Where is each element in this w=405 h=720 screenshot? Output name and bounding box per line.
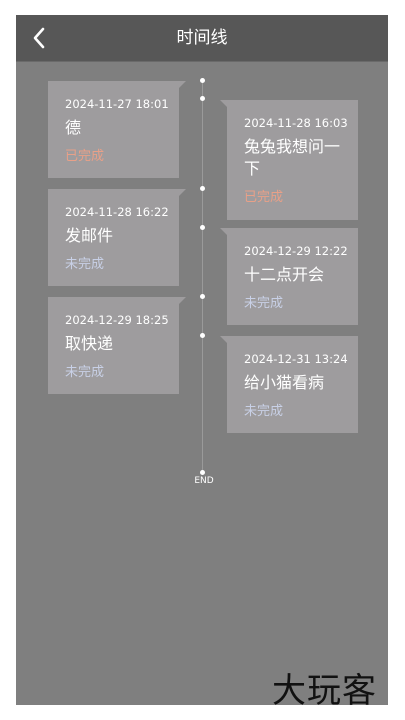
card-task: 兔兔我想问一下 [244,137,341,178]
card-task: 给小猫看病 [244,373,325,392]
card-time: 2024-12-29 18:25 [65,313,169,327]
card-status: 未完成 [244,404,284,419]
app-screen: 时间线 END 2024-11-27 18:01 德 已完成 2024-11-2… [16,15,388,705]
timeline-card[interactable]: 2024-12-29 12:22 十二点开会 未完成 [220,228,358,325]
card-time: 2024-11-27 18:01 [65,97,169,111]
card-time: 2024-12-29 12:22 [244,244,348,258]
timeline-card[interactable]: 2024-12-31 13:24 给小猫看病 未完成 [220,336,358,433]
back-button[interactable] [26,24,52,52]
timeline-dot [200,225,205,230]
timeline-card[interactable]: 2024-11-28 16:22 发邮件 未完成 [48,189,186,286]
watermark-logo: 大玩客 [272,671,377,711]
card-status: 未完成 [65,257,105,272]
timeline-dot [200,333,205,338]
card-time: 2024-11-28 16:22 [65,205,169,219]
page-title: 时间线 [176,28,228,48]
header-bar: 时间线 [16,15,388,62]
card-status: 已完成 [244,190,284,205]
timeline-dot [200,78,205,83]
chevron-left-icon [33,27,45,49]
timeline-card[interactable]: 2024-11-28 16:03 兔兔我想问一下 已完成 [220,100,358,220]
card-task: 取快递 [65,334,114,353]
card-status: 未完成 [65,365,105,380]
timeline-dot [200,96,205,101]
timeline-dot [200,186,205,191]
card-task: 十二点开会 [244,265,325,284]
card-status: 已完成 [65,149,105,164]
card-time: 2024-11-28 16:03 [244,116,348,130]
card-task: 发邮件 [65,226,114,245]
timeline-end-dot [200,470,205,475]
timeline-card[interactable]: 2024-11-27 18:01 德 已完成 [48,81,186,178]
timeline-line [202,80,203,472]
timeline-dot [200,294,205,299]
card-task: 德 [65,118,82,137]
timeline-card[interactable]: 2024-12-29 18:25 取快递 未完成 [48,297,186,394]
timeline-end-label: END [194,476,214,486]
card-status: 未完成 [244,296,284,311]
card-time: 2024-12-31 13:24 [244,352,348,366]
